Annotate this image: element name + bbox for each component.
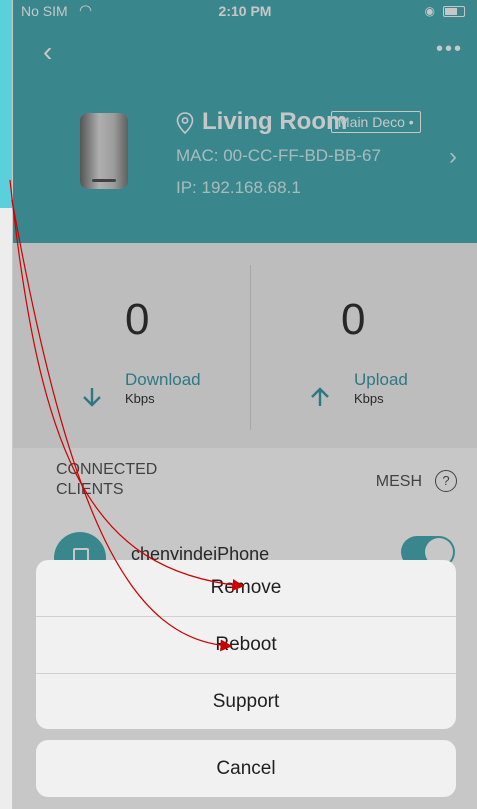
remove-button[interactable]: Remove [36, 560, 456, 617]
support-button[interactable]: Support [36, 674, 456, 729]
background-teal-strip [0, 0, 12, 208]
reboot-button[interactable]: Reboot [36, 617, 456, 674]
action-sheet: Remove Reboot Support [36, 560, 456, 729]
cancel-button[interactable]: Cancel [36, 740, 456, 797]
phone-screen: No SIM ◠ 2:10 PM ◉ ‹ ••• Living Room Mai… [13, 0, 477, 809]
background-window [0, 0, 13, 809]
